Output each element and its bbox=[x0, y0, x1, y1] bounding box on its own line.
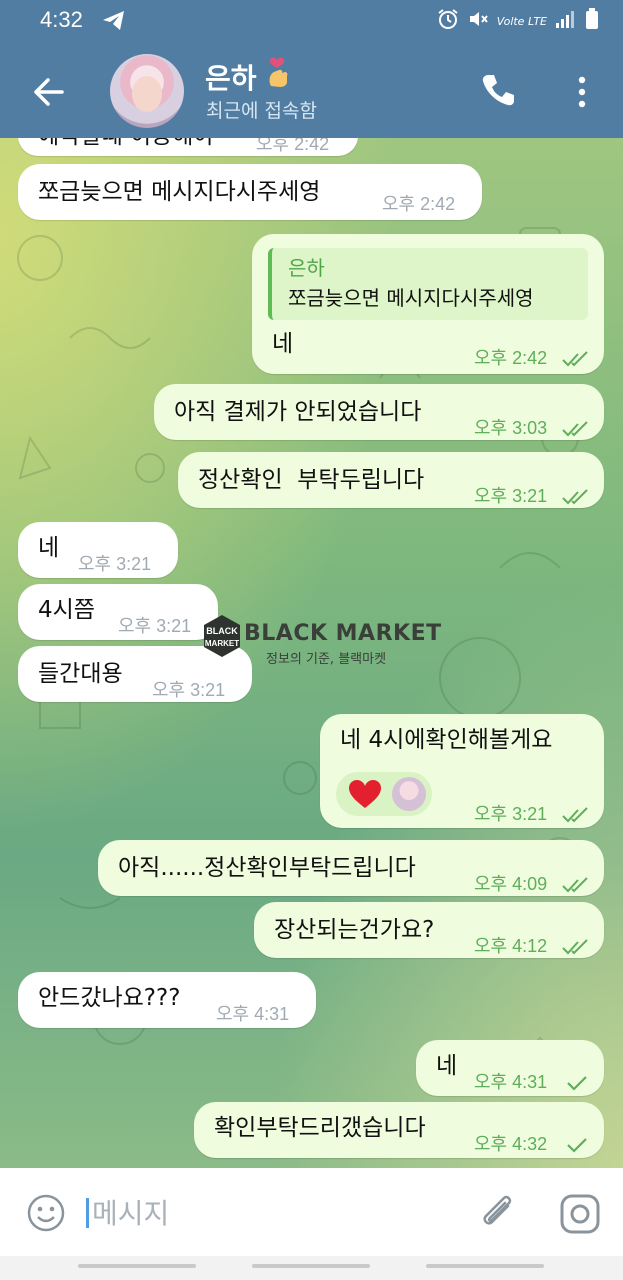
message-time: 오후 2:42 bbox=[474, 348, 548, 368]
message-time: 오후 2:42 bbox=[382, 194, 456, 214]
message-bubble[interactable]: 확인부탁드리갰습니다 오후 4:32 bbox=[194, 1102, 604, 1158]
message-bubble[interactable]: 예약할때 이용해야 오후 2:42 bbox=[18, 138, 358, 156]
message-time: 오후 2:42 bbox=[256, 138, 330, 154]
message-bubble[interactable]: 4시쯤 오후 3:21 bbox=[18, 584, 218, 640]
reply-quote[interactable]: 은하 쪼금늦으면 메시지다시주세영 bbox=[268, 248, 588, 320]
watermark-badge-bottom: MARKET bbox=[205, 639, 239, 648]
status-icons: Volte LTE bbox=[437, 8, 599, 34]
message-text: 쪼금늦으면 메시지다시주세영 bbox=[38, 179, 321, 205]
watermark-title: BLACK MARKET bbox=[244, 621, 442, 646]
nav-home[interactable] bbox=[252, 1264, 370, 1268]
mute-icon bbox=[467, 8, 489, 34]
phone-icon[interactable] bbox=[480, 72, 516, 108]
reply-author: 은하 bbox=[288, 256, 325, 280]
signal-icon bbox=[555, 9, 577, 33]
composer-bar bbox=[0, 1168, 623, 1256]
message-bubble[interactable]: 네 오후 3:21 bbox=[18, 522, 178, 578]
message-text: 정산확인 부탁두립니다 bbox=[198, 467, 425, 493]
message-time: 오후 3:21 bbox=[474, 804, 548, 824]
heart-reaction-icon bbox=[348, 779, 382, 818]
message-bubble[interactable]: 아직 결제가 안되었습니다 오후 3:03 bbox=[154, 384, 604, 440]
message-time: 오후 4:12 bbox=[474, 936, 548, 956]
double-check-icon bbox=[562, 414, 592, 446]
nav-back[interactable] bbox=[426, 1264, 544, 1268]
message-text: 네 bbox=[272, 331, 294, 357]
message-text: 네 bbox=[38, 535, 60, 561]
message-text: 안드갔나요??? bbox=[38, 985, 181, 1011]
message-text: 아직 결제가 안되었습니다 bbox=[174, 399, 422, 425]
message-text: 4시쯤 bbox=[38, 597, 95, 623]
message-bubble[interactable]: 안드갔나요??? 오후 4:31 bbox=[18, 972, 316, 1028]
message-text: 예약할때 이용해야 bbox=[38, 138, 215, 152]
message-text: 아직......정산확인부탁드립니다 bbox=[118, 855, 416, 881]
message-bubble[interactable]: 장산되는건가요? 오후 4:12 bbox=[254, 902, 604, 958]
message-text: 네 4시에확인해볼게요 bbox=[340, 727, 553, 753]
message-text: 네 bbox=[436, 1053, 458, 1079]
volte-icon: Volte LTE bbox=[496, 14, 547, 28]
emoji-icon[interactable] bbox=[26, 1193, 66, 1237]
message-input[interactable] bbox=[90, 1190, 454, 1236]
message-bubble[interactable]: 네 오후 4:31 bbox=[416, 1040, 604, 1096]
chat-area[interactable]: 예약할때 이용해야 오후 2:42 쪼금늦으면 메시지다시주세영 오후 2:42… bbox=[0, 138, 623, 1168]
reactor-avatar bbox=[392, 777, 426, 811]
camera-icon[interactable] bbox=[558, 1192, 602, 1240]
status-time: 4:32 bbox=[40, 7, 83, 32]
watermark: BLACK MARKET BLACK MARKET 정보의 기준, 블랙마켓 bbox=[200, 613, 441, 667]
message-time: 오후 3:21 bbox=[118, 616, 192, 636]
message-bubble[interactable]: 정산확인 부탁두립니다 오후 3:21 bbox=[178, 452, 604, 508]
contact-status: 최근에 접속함 bbox=[206, 100, 317, 122]
system-nav-bar bbox=[0, 1256, 623, 1280]
finger-heart-icon bbox=[265, 56, 293, 95]
avatar[interactable] bbox=[110, 54, 184, 128]
message-text: 장산되는건가요? bbox=[274, 917, 435, 943]
message-bubble[interactable]: 쪼금늦으면 메시지다시주세영 오후 2:42 bbox=[18, 164, 482, 220]
watermark-badge-top: BLACK bbox=[206, 626, 238, 636]
chat-header: 은하 최근에 접속함 bbox=[0, 44, 623, 138]
message-text: 들간대용 bbox=[38, 661, 123, 687]
alarm-icon bbox=[437, 8, 459, 34]
double-check-icon bbox=[562, 344, 592, 376]
nav-recents[interactable] bbox=[78, 1264, 196, 1268]
reply-text: 쪼금늦으면 메시지다시주세영 bbox=[288, 286, 534, 310]
message-time: 오후 3:21 bbox=[474, 486, 548, 506]
back-arrow-icon[interactable] bbox=[28, 72, 68, 112]
message-bubble[interactable]: 네 4시에확인해볼게요 오후 3:21 bbox=[320, 714, 604, 828]
text-caret bbox=[86, 1198, 89, 1228]
paperclip-icon[interactable] bbox=[478, 1190, 518, 1238]
message-time: 오후 3:21 bbox=[78, 554, 152, 574]
message-bubble[interactable]: 아직......정산확인부탁드립니다 오후 4:09 bbox=[98, 840, 604, 896]
watermark-subtitle: 정보의 기준, 블랙마켓 bbox=[266, 652, 387, 667]
telegram-icon bbox=[102, 10, 126, 36]
battery-icon bbox=[585, 8, 599, 34]
double-check-icon bbox=[562, 800, 592, 832]
contact-name: 은하 bbox=[205, 62, 257, 95]
double-check-icon bbox=[562, 932, 592, 964]
message-time: 오후 3:03 bbox=[474, 418, 548, 438]
status-bar: 4:32 Volte LTE bbox=[0, 0, 623, 44]
double-check-icon bbox=[562, 870, 592, 902]
more-vertical-icon[interactable] bbox=[572, 72, 592, 112]
check-icon bbox=[566, 1130, 588, 1162]
message-time: 오후 4:31 bbox=[216, 1004, 290, 1024]
message-time: 오후 4:09 bbox=[474, 874, 548, 894]
double-check-icon bbox=[562, 482, 592, 514]
message-time: 오후 3:21 bbox=[152, 680, 226, 700]
message-time: 오후 4:31 bbox=[474, 1072, 548, 1092]
check-icon bbox=[566, 1068, 588, 1100]
reaction-chip[interactable] bbox=[336, 772, 432, 816]
watermark-badge-icon: BLACK MARKET bbox=[204, 615, 240, 657]
message-text: 확인부탁드리갰습니다 bbox=[214, 1115, 426, 1141]
message-time: 오후 4:32 bbox=[474, 1134, 548, 1154]
message-bubble[interactable]: 은하 쪼금늦으면 메시지다시주세영 네 오후 2:42 bbox=[252, 234, 604, 374]
contact-name-row[interactable]: 은하 bbox=[205, 56, 293, 97]
